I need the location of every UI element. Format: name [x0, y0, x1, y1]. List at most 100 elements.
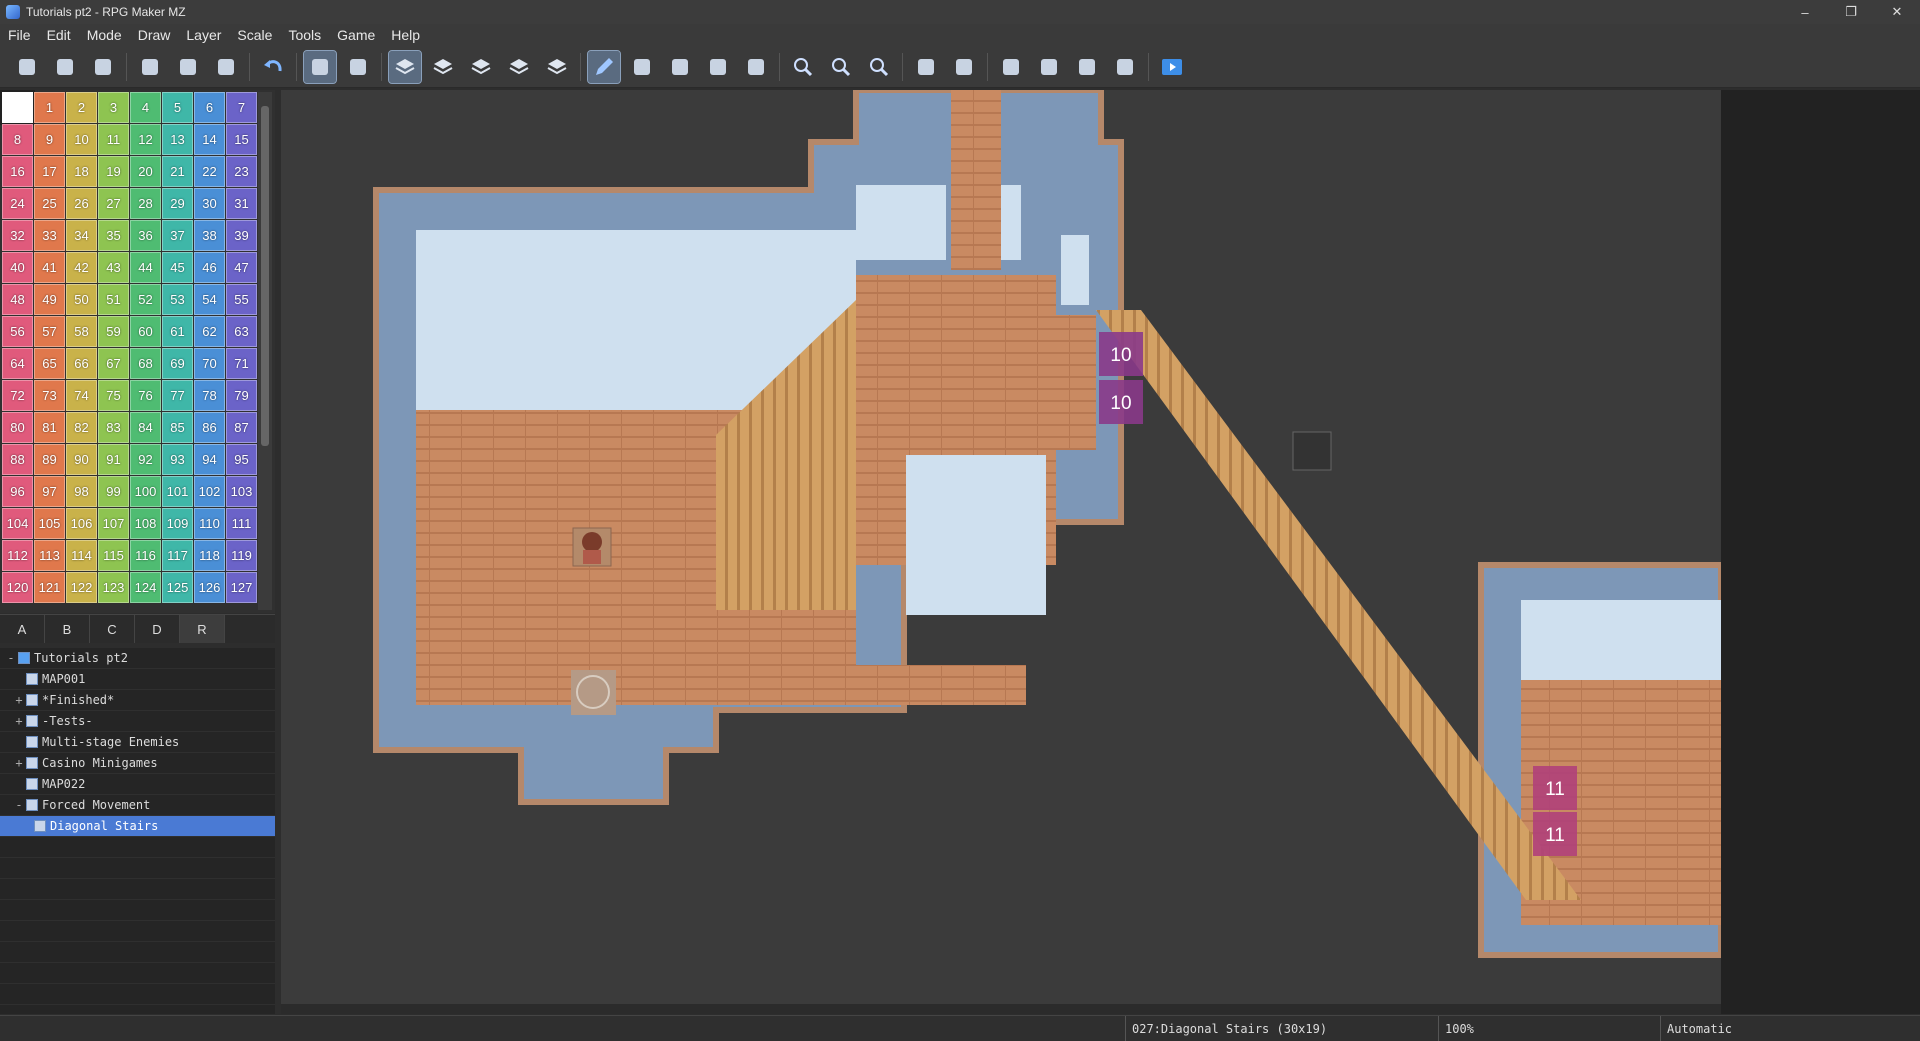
- palette-tile[interactable]: 50: [66, 284, 97, 315]
- palette-tile[interactable]: 119: [226, 540, 257, 571]
- tree-expander-icon[interactable]: -: [12, 798, 26, 812]
- palette-tile[interactable]: 16: [2, 156, 33, 187]
- palette-tile[interactable]: 1: [34, 92, 65, 123]
- palette-tile[interactable]: 13: [162, 124, 193, 155]
- character-generator-icon[interactable]: [1109, 51, 1141, 83]
- palette-tile[interactable]: 74: [66, 380, 97, 411]
- palette-tile[interactable]: 61: [162, 316, 193, 347]
- palette-tile[interactable]: 65: [34, 348, 65, 379]
- map-event[interactable]: 11: [1533, 766, 1577, 810]
- palette-tile[interactable]: 26: [66, 188, 97, 219]
- palette-tile[interactable]: 77: [162, 380, 193, 411]
- layer-1-icon[interactable]: [427, 51, 459, 83]
- menu-game[interactable]: Game: [329, 27, 383, 43]
- palette-tile[interactable]: 67: [98, 348, 129, 379]
- palette-tile[interactable]: 68: [130, 348, 161, 379]
- palette-tile[interactable]: 115: [98, 540, 129, 571]
- palette-tile[interactable]: 111: [226, 508, 257, 539]
- map-tree-item[interactable]: + -Tests-: [0, 711, 275, 732]
- palette-tile[interactable]: 123: [98, 572, 129, 603]
- palette-tile[interactable]: 72: [2, 380, 33, 411]
- ellipse-icon[interactable]: [664, 51, 696, 83]
- menu-edit[interactable]: Edit: [39, 27, 79, 43]
- palette-tile[interactable]: 79: [226, 380, 257, 411]
- palette-tile[interactable]: 66: [66, 348, 97, 379]
- palette-tile[interactable]: 4: [130, 92, 161, 123]
- paste-icon[interactable]: [210, 51, 242, 83]
- tab-a[interactable]: A: [0, 615, 45, 643]
- menu-draw[interactable]: Draw: [130, 27, 179, 43]
- palette-tile[interactable]: 97: [34, 476, 65, 507]
- layer-4-icon[interactable]: [541, 51, 573, 83]
- palette-tile[interactable]: 59: [98, 316, 129, 347]
- menu-tools[interactable]: Tools: [280, 27, 329, 43]
- palette-tile[interactable]: 57: [34, 316, 65, 347]
- sound-test-icon[interactable]: [995, 51, 1027, 83]
- palette-tile[interactable]: 110: [194, 508, 225, 539]
- map-canvas[interactable]: 10 10 11 11: [281, 90, 1721, 1004]
- open-project-icon[interactable]: [49, 51, 81, 83]
- palette-tile[interactable]: 11: [98, 124, 129, 155]
- palette-tile[interactable]: 78: [194, 380, 225, 411]
- palette-tile[interactable]: 73: [34, 380, 65, 411]
- palette-tile[interactable]: 51: [98, 284, 129, 315]
- new-project-icon[interactable]: [11, 51, 43, 83]
- palette-tile[interactable]: 23: [226, 156, 257, 187]
- palette-tile[interactable]: 27: [98, 188, 129, 219]
- shadow-pen-icon[interactable]: [740, 51, 772, 83]
- palette-tile[interactable]: 32: [2, 220, 33, 251]
- menu-mode[interactable]: Mode: [79, 27, 130, 43]
- palette-tile[interactable]: 120: [2, 572, 33, 603]
- palette-tile[interactable]: 104: [2, 508, 33, 539]
- palette-tile[interactable]: 88: [2, 444, 33, 475]
- palette-tile[interactable]: 41: [34, 252, 65, 283]
- palette-tile[interactable]: 96: [2, 476, 33, 507]
- save-project-icon[interactable]: [87, 51, 119, 83]
- palette-tile[interactable]: 127: [226, 572, 257, 603]
- palette-tile[interactable]: 39: [226, 220, 257, 251]
- palette-tile[interactable]: 14: [194, 124, 225, 155]
- palette-tile[interactable]: 91: [98, 444, 129, 475]
- close-button[interactable]: ✕: [1874, 0, 1920, 24]
- palette-tile[interactable]: 8: [2, 124, 33, 155]
- palette-tile[interactable]: 75: [98, 380, 129, 411]
- palette-tile[interactable]: 105: [34, 508, 65, 539]
- palette-tile[interactable]: 2: [66, 92, 97, 123]
- palette-tile[interactable]: [0, 90, 35, 125]
- palette-tile[interactable]: 56: [2, 316, 33, 347]
- palette-tile[interactable]: 37: [162, 220, 193, 251]
- tab-d[interactable]: D: [135, 615, 180, 643]
- palette-tile[interactable]: 62: [194, 316, 225, 347]
- palette-tile[interactable]: 6: [194, 92, 225, 123]
- palette-tile[interactable]: 34: [66, 220, 97, 251]
- database-icon[interactable]: [910, 51, 942, 83]
- palette-tile[interactable]: 71: [226, 348, 257, 379]
- menu-layer[interactable]: Layer: [178, 27, 229, 43]
- palette-tile[interactable]: 86: [194, 412, 225, 443]
- palette-tile[interactable]: 112: [2, 540, 33, 571]
- palette-tile[interactable]: 58: [66, 316, 97, 347]
- palette-tile[interactable]: 90: [66, 444, 97, 475]
- palette-tile[interactable]: 21: [162, 156, 193, 187]
- palette-tile[interactable]: 36: [130, 220, 161, 251]
- event-mode-icon[interactable]: [342, 51, 374, 83]
- palette-tile[interactable]: 49: [34, 284, 65, 315]
- palette-tile[interactable]: 98: [66, 476, 97, 507]
- palette-tile[interactable]: 113: [34, 540, 65, 571]
- tree-expander-icon[interactable]: +: [12, 756, 26, 770]
- palette-tile[interactable]: 52: [130, 284, 161, 315]
- palette-tile[interactable]: 125: [162, 572, 193, 603]
- tab-c[interactable]: C: [90, 615, 135, 643]
- zoom-out-icon[interactable]: [825, 51, 857, 83]
- map-tree-item[interactable]: + Casino Minigames: [0, 753, 275, 774]
- menu-scale[interactable]: Scale: [229, 27, 280, 43]
- palette-tile[interactable]: 30: [194, 188, 225, 219]
- palette-tile[interactable]: 103: [226, 476, 257, 507]
- tab-r[interactable]: R: [180, 615, 225, 643]
- playtest-icon[interactable]: [1156, 51, 1188, 83]
- palette-tile[interactable]: 60: [130, 316, 161, 347]
- palette-tile[interactable]: 108: [130, 508, 161, 539]
- palette-tile[interactable]: 33: [34, 220, 65, 251]
- palette-scrollbar[interactable]: [258, 92, 272, 610]
- map-event[interactable]: 10: [1099, 380, 1143, 424]
